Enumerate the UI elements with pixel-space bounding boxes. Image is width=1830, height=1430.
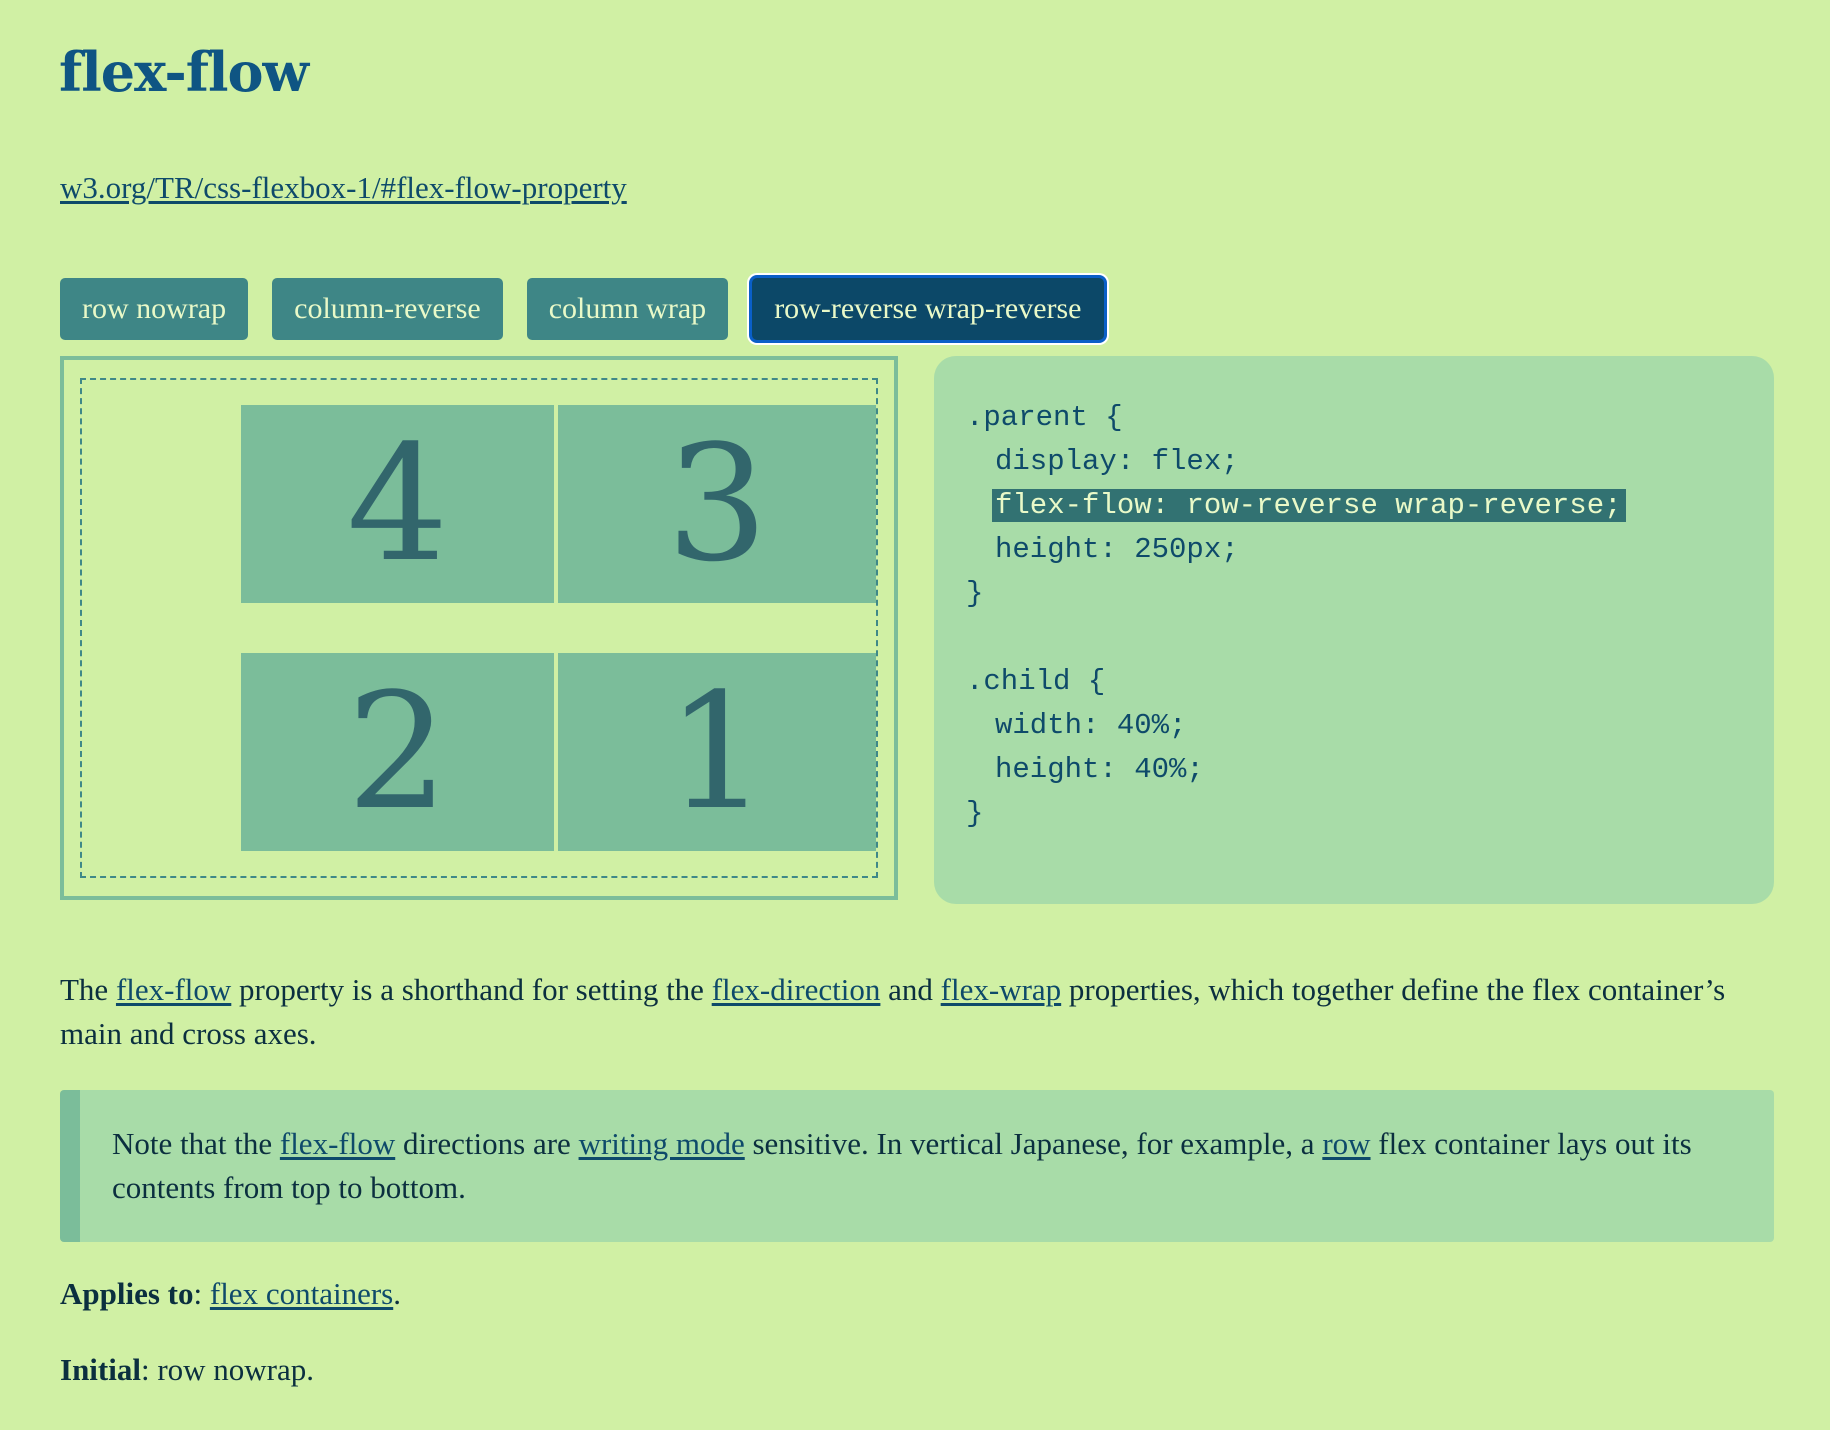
option-column-reverse-button[interactable]: column-reverse [272, 278, 503, 340]
flex-wrap-link[interactable]: flex-wrap [941, 972, 1062, 1007]
flex-parent: 1 2 3 4 [80, 378, 878, 878]
text: . [393, 1276, 401, 1311]
code-close-brace: } [966, 797, 984, 830]
code-blank [966, 616, 1774, 660]
applies-to: Applies to: flex containers. [60, 1276, 401, 1312]
flex-child-4: 4 [240, 404, 559, 604]
code-line: width: 40%; [995, 709, 1187, 742]
page-title: flex-flow [59, 40, 309, 104]
flex-containers-link[interactable]: flex containers [210, 1276, 393, 1311]
code-child-selector: .child { [966, 665, 1106, 698]
option-column-wrap-button[interactable]: column wrap [526, 278, 729, 340]
description-paragraph: The flex-flow property is a shorthand fo… [60, 968, 1780, 1056]
note-box: Note that the flex-flow directions are w… [60, 1090, 1774, 1242]
option-row-reverse-wrap-reverse-button[interactable]: row-reverse wrap-reverse [752, 278, 1104, 340]
applies-to-label: Applies to [60, 1276, 194, 1311]
text: : [193, 1276, 210, 1311]
code-panel: .parent { display: flex; flex-flow: row-… [934, 356, 1774, 904]
flex-child-1: 1 [558, 652, 876, 852]
writing-mode-link[interactable]: writing mode [579, 1126, 745, 1161]
flex-flow-link[interactable]: flex-flow [116, 972, 231, 1007]
text: and [880, 972, 941, 1007]
code-line: display: flex; [995, 445, 1239, 478]
initial-label: Initial [60, 1352, 141, 1387]
option-row-nowrap-button[interactable]: row nowrap [60, 278, 249, 340]
text: directions are [395, 1126, 579, 1161]
text: The [60, 972, 116, 1007]
flex-child-3: 3 [558, 404, 876, 604]
code-parent-selector: .parent { [966, 401, 1123, 434]
demo-container: 1 2 3 4 [60, 356, 898, 900]
code-line: height: 40%; [995, 753, 1204, 786]
flex-direction-link[interactable]: flex-direction [712, 972, 881, 1007]
flex-flow-options: row nowrap column-reverse column wrap ro… [60, 278, 1104, 340]
note-flex-flow-link[interactable]: flex-flow [280, 1126, 395, 1161]
code-line: height: 250px; [995, 533, 1239, 566]
text: property is a shorthand for setting the [231, 972, 712, 1007]
initial-value: Initial: row nowrap. [60, 1352, 314, 1388]
text: sensitive. In vertical Japanese, for exa… [744, 1126, 1323, 1161]
spec-link[interactable]: w3.org/TR/css-flexbox-1/#flex-flow-prope… [60, 170, 627, 206]
text: Note that the [112, 1126, 280, 1161]
code-close-brace: } [966, 577, 984, 610]
row-link[interactable]: row [1322, 1126, 1370, 1161]
initial-value-text: : row nowrap. [140, 1352, 315, 1387]
code-line-highlighted: flex-flow: row-reverse wrap-reverse; [992, 489, 1626, 522]
flex-child-2: 2 [240, 652, 559, 852]
